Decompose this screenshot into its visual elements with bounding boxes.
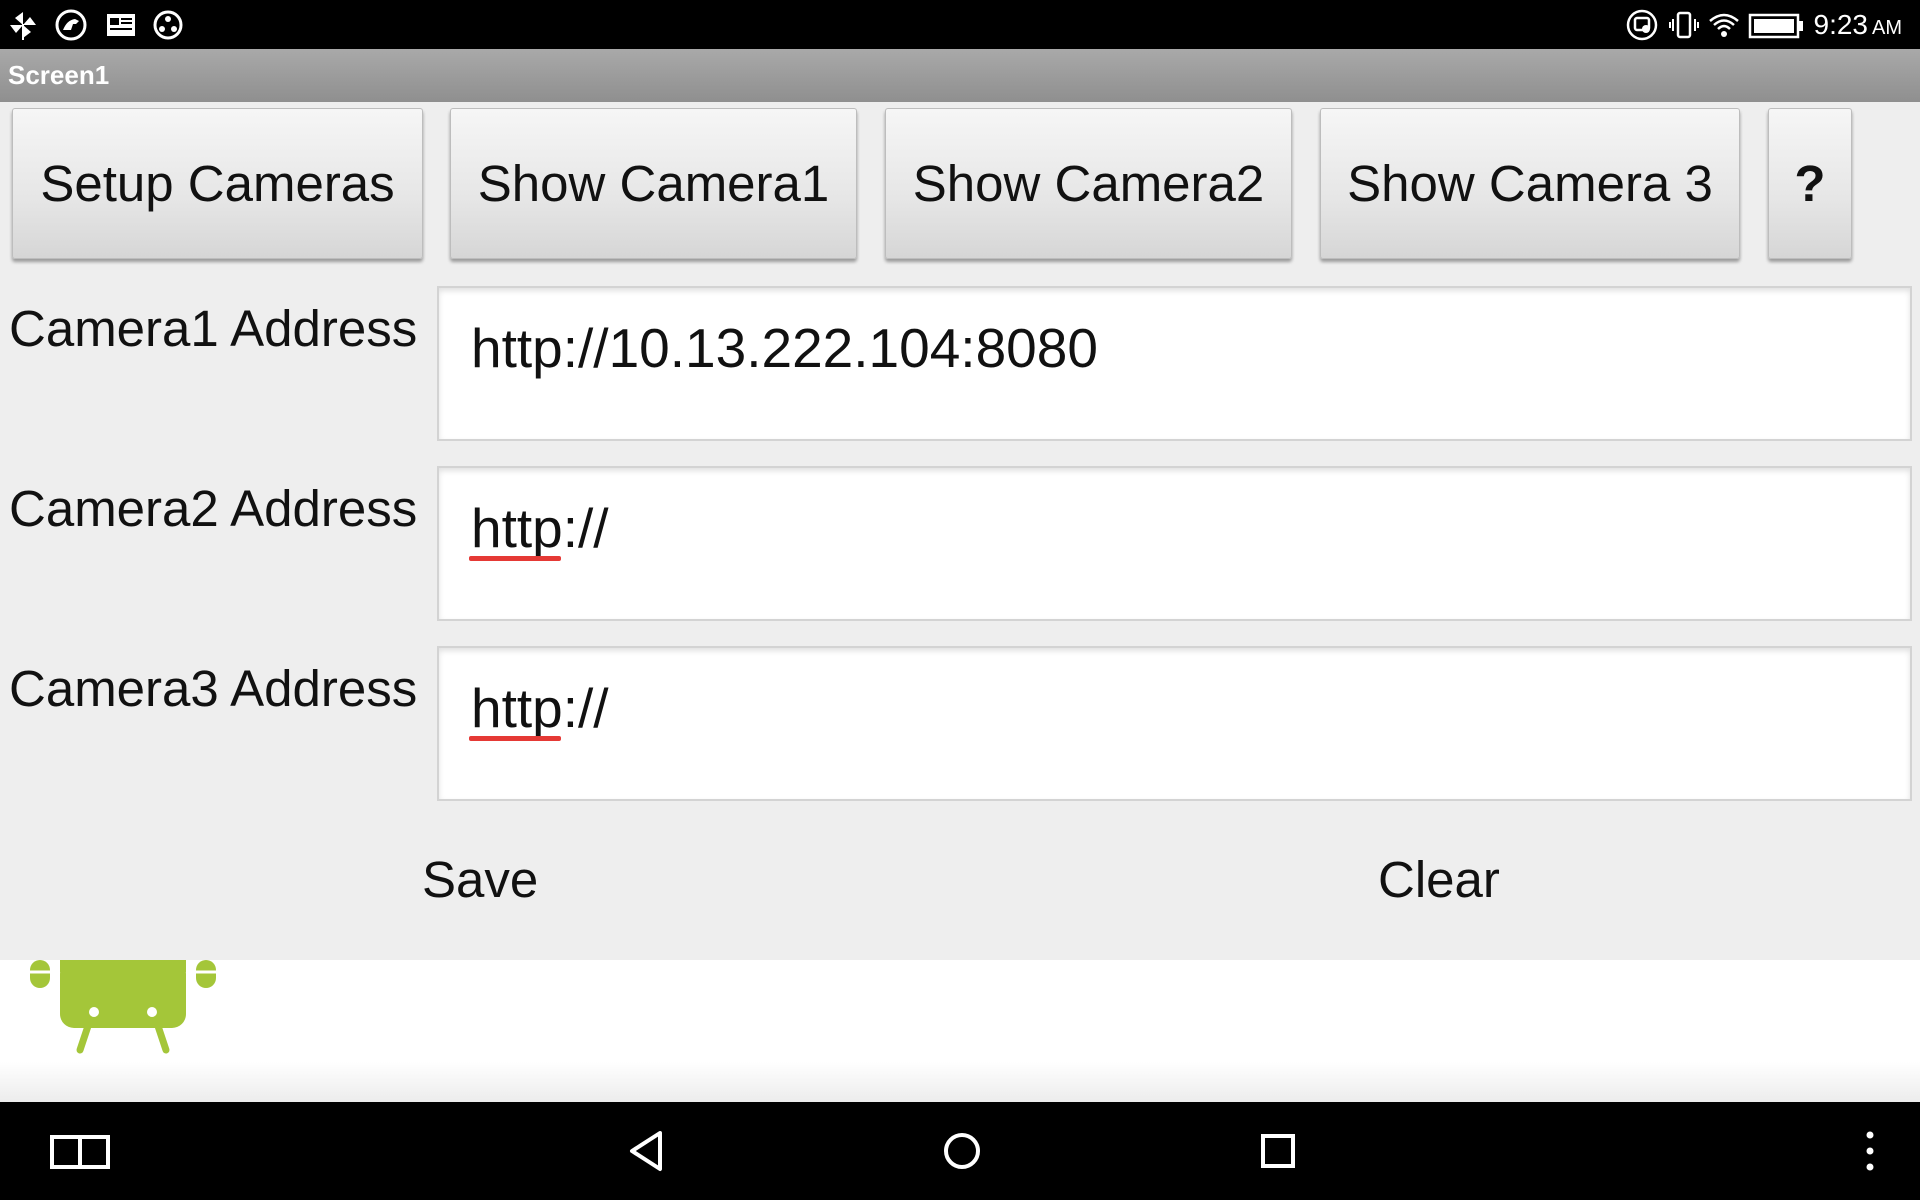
setup-cameras-button[interactable]: Setup Cameras <box>12 108 423 259</box>
show-camera3-button[interactable]: Show Camera 3 <box>1320 108 1740 259</box>
camera2-address-value: http:// <box>471 497 609 559</box>
recent-apps-icon[interactable] <box>50 1121 110 1181</box>
panel-fade <box>0 1062 1920 1102</box>
device-screen: 9:23 AM Screen1 Setup Cameras Show Camera… <box>0 0 1920 1200</box>
show-camera2-button[interactable]: Show Camera2 <box>885 108 1292 259</box>
overflow-menu-icon[interactable] <box>1840 1121 1900 1181</box>
android-logo-icon <box>30 960 216 1054</box>
save-button[interactable]: Save <box>422 850 538 910</box>
home-icon[interactable] <box>932 1121 992 1181</box>
battery-icon <box>1748 8 1804 42</box>
vibrate-icon <box>1667 8 1701 42</box>
show-camera1-button[interactable]: Show Camera1 <box>450 108 857 259</box>
camera3-address-value: http:// <box>471 677 609 739</box>
status-clock: 9:23 AM <box>1813 9 1903 40</box>
spellcheck-underline <box>469 556 561 561</box>
lower-panel <box>0 960 1920 1102</box>
dinosaur-app-icon <box>54 8 88 42</box>
camera1-address-label: Camera1 Address <box>9 300 418 357</box>
clear-button[interactable]: Clear <box>1378 850 1500 910</box>
title-bar: Screen1 <box>0 49 1920 102</box>
news-icon <box>104 8 138 42</box>
camera1-address-value: http://10.13.222.104:8080 <box>471 317 1098 379</box>
overview-icon[interactable] <box>1248 1121 1308 1181</box>
camera2-address-label: Camera2 Address <box>9 480 418 537</box>
cast-icon <box>1625 8 1659 42</box>
camera3-address-label: Camera3 Address <box>9 660 418 717</box>
navigation-bar <box>0 1102 1920 1200</box>
camera2-address-input[interactable]: http:// <box>437 466 1912 621</box>
screen-title: Screen1 <box>8 60 110 90</box>
back-icon[interactable] <box>616 1121 676 1181</box>
camera1-address-input[interactable]: http://10.13.222.104:8080 <box>437 286 1912 441</box>
spellcheck-underline <box>469 736 561 741</box>
wifi-icon <box>1707 8 1741 42</box>
game-controller-icon <box>151 8 185 42</box>
help-button[interactable]: ? <box>1768 108 1852 259</box>
main-content: Setup Cameras Show Camera1 Show Camera2 … <box>0 102 1920 960</box>
camera3-address-input[interactable]: http:// <box>437 646 1912 801</box>
status-bar: 9:23 AM <box>0 0 1920 49</box>
pinwheel-icon <box>6 8 40 42</box>
